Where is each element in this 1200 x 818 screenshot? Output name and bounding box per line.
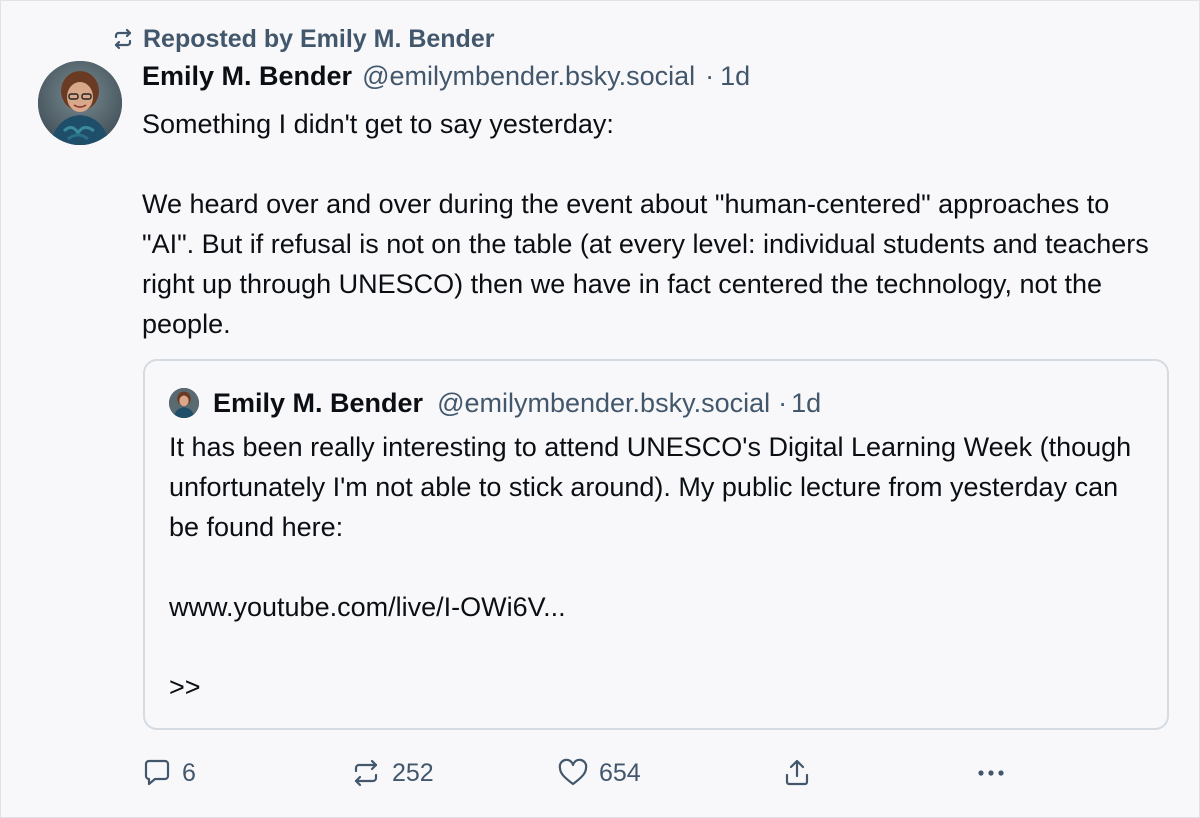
quoted-author-name: Emily M. Bender	[213, 387, 424, 418]
repost-label: Reposted by Emily M. Bender	[143, 24, 495, 53]
share-icon	[782, 758, 812, 788]
separator-dot: ·	[705, 61, 715, 91]
quoted-post-body-text: It has been really interesting to attend…	[169, 432, 1132, 702]
like-count: 654	[599, 758, 641, 787]
author-avatar[interactable]	[38, 61, 122, 145]
quoted-post-card[interactable]: Emily M. Bender @emilymbender.bsky.socia…	[143, 359, 1169, 730]
separator-dot: ·	[778, 387, 788, 418]
quoted-author-avatar	[169, 388, 199, 418]
repost-count: 252	[392, 758, 434, 787]
quoted-author-handle: @emilymbender.bsky.social	[437, 387, 771, 418]
reply-count: 6	[182, 758, 196, 787]
like-button[interactable]: 654	[557, 753, 641, 793]
reply-icon	[142, 758, 172, 788]
post-body-text: Something I didn't get to say yesterday:…	[142, 109, 1149, 339]
post-header: Emily M. Bender @emilymbender.bsky.socia…	[142, 61, 750, 97]
more-icon	[974, 758, 1008, 788]
heart-icon	[557, 758, 589, 788]
quoted-post-timestamp: 1d	[791, 387, 822, 418]
post-action-bar: 6 252 654	[142, 753, 1022, 793]
more-options-button[interactable]	[974, 753, 1008, 793]
post-timestamp[interactable]: 1d	[720, 61, 750, 92]
repost-indicator[interactable]: Reposted by Emily M. Bender	[111, 23, 494, 55]
repost-icon	[111, 28, 135, 50]
author-name[interactable]: Emily M. Bender	[142, 61, 352, 92]
quoted-post-header: Emily M. Bender @emilymbender.bsky.socia…	[169, 385, 821, 421]
share-button[interactable]	[782, 753, 812, 793]
repost-button[interactable]: 252	[350, 753, 434, 793]
author-handle[interactable]: @emilymbender.bsky.social	[362, 61, 695, 92]
reply-button[interactable]: 6	[142, 753, 196, 793]
repost-icon	[350, 758, 382, 788]
post-card[interactable]: Reposted by Emily M. Bender Emily M. Ben…	[0, 0, 1200, 818]
